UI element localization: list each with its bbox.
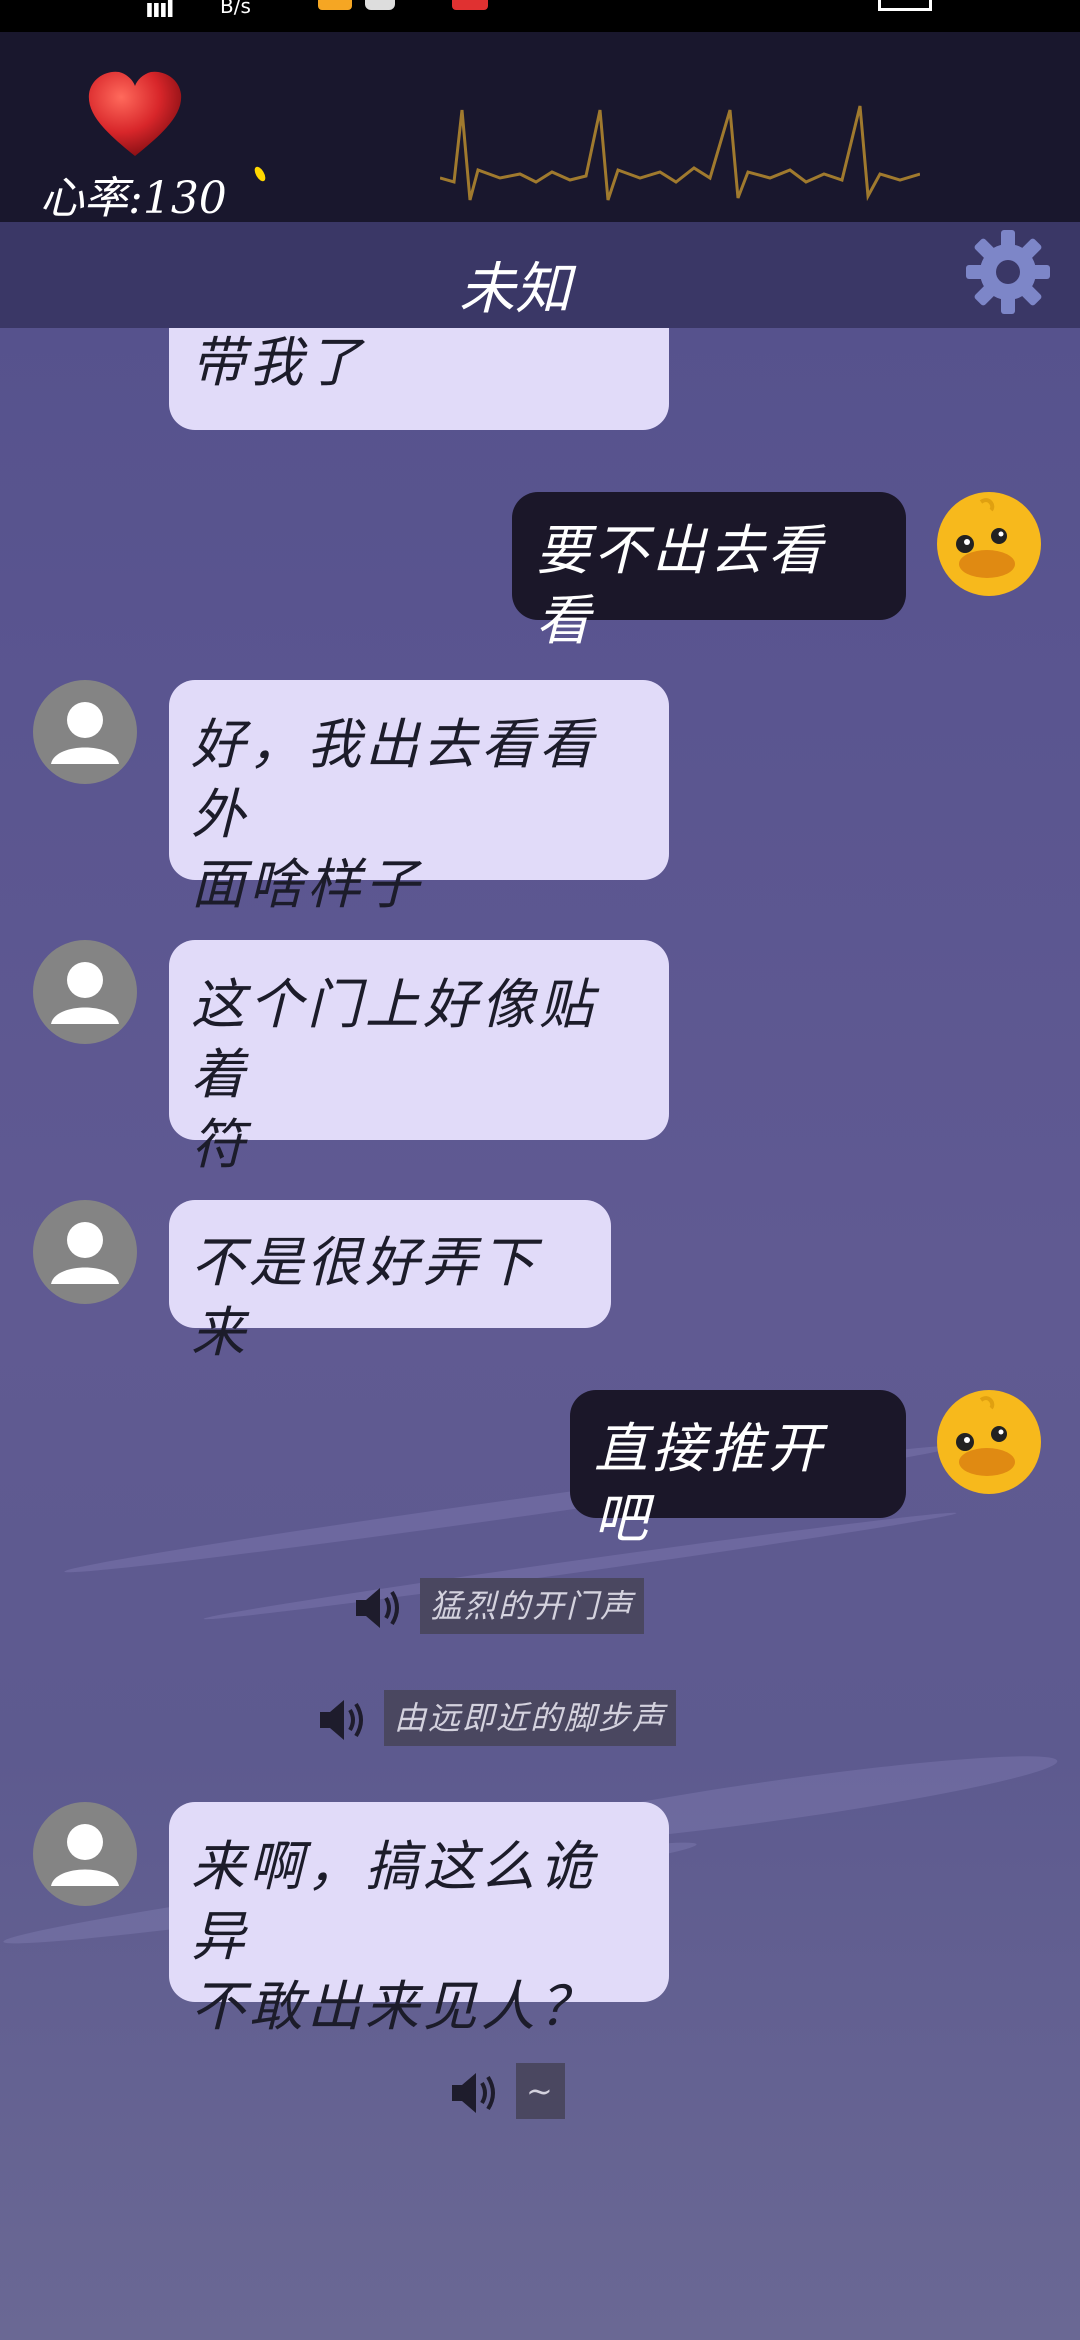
sound-effect-label: 由远即近的脚步声 <box>384 1690 677 1746</box>
message-line: 这个门上好像贴着 <box>191 973 597 1106</box>
incoming-message: 不是很好弄下来 <box>169 1200 611 1364</box>
duck-face-icon <box>956 1396 1015 1476</box>
notification-icon <box>452 0 488 10</box>
message-text: 直接推开吧 <box>594 1417 826 1550</box>
signal-icon: ıııl <box>145 0 175 24</box>
speaker-icon[interactable] <box>316 1696 368 1744</box>
message-text: 要不出去看看 <box>536 519 826 652</box>
person-icon <box>51 702 119 764</box>
battery-icon <box>878 0 932 11</box>
incoming-message: 带我了 <box>169 328 669 430</box>
duck-avatar-icon <box>937 492 1041 596</box>
title-bar: 未知 <box>0 222 1080 328</box>
status-bar: ıııl B/s <box>0 0 1080 32</box>
incoming-message: 来啊，搞这么诡异 不敢出来见人？ <box>169 1802 669 2038</box>
speaker-icon[interactable] <box>352 1584 404 1632</box>
message-line: 好，我出去看看外 <box>191 713 597 846</box>
sound-effect[interactable]: 猛烈的开门声 <box>352 1578 652 1634</box>
incoming-message: 好，我出去看看外 面啥样子 <box>169 680 669 916</box>
message-line: 来啊，搞这么诡异 <box>191 1835 597 1968</box>
person-icon <box>51 1824 119 1886</box>
sound-effect-label: 猛烈的开门声 <box>420 1578 645 1634</box>
notification-icon <box>318 0 352 10</box>
notification-icon <box>365 0 395 10</box>
heart-rate-label: 心率:130 <box>40 173 227 224</box>
settings-gear-icon[interactable] <box>964 228 1052 316</box>
message-line: 符 <box>191 1113 249 1176</box>
network-speed-icon: B/s <box>220 0 251 18</box>
message-text: 不是很好弄下来 <box>191 1231 539 1364</box>
person-icon <box>51 962 119 1024</box>
user-avatar-icon <box>33 1200 137 1304</box>
duck-face-icon <box>956 498 1015 578</box>
heart-rate-panel: 心率:130 <box>0 32 1080 224</box>
person-icon <box>51 1222 119 1284</box>
heart-icon <box>88 71 182 156</box>
spark-decoration <box>252 165 268 183</box>
user-avatar-icon <box>33 1802 137 1906</box>
outgoing-message: 要不出去看看 <box>512 492 906 652</box>
user-avatar-icon <box>33 940 137 1044</box>
incoming-message: 这个门上好像贴着 符 <box>169 940 669 1176</box>
sound-effect-label: ~ <box>516 2063 565 2119</box>
speaker-icon[interactable] <box>448 2069 500 2117</box>
user-avatar-icon <box>33 680 137 784</box>
sound-effect[interactable]: 由远即近的脚步声 <box>316 1690 696 1746</box>
message-line: 不敢出来见人？ <box>191 1975 597 2038</box>
chat-list[interactable]: 带我了 要不出去看看 好，我出去看看外 面啥样子 这个门上好像贴着 符 不是很好… <box>0 328 1080 2340</box>
sound-effect[interactable]: ~ <box>448 2063 568 2119</box>
chat-title: 未知 <box>459 257 571 322</box>
ecg-line <box>440 105 920 202</box>
outgoing-message: 直接推开吧 <box>570 1390 906 1550</box>
duck-avatar-icon <box>937 1390 1041 1494</box>
message-text: 带我了 <box>191 331 365 394</box>
message-line: 面啥样子 <box>191 853 423 916</box>
